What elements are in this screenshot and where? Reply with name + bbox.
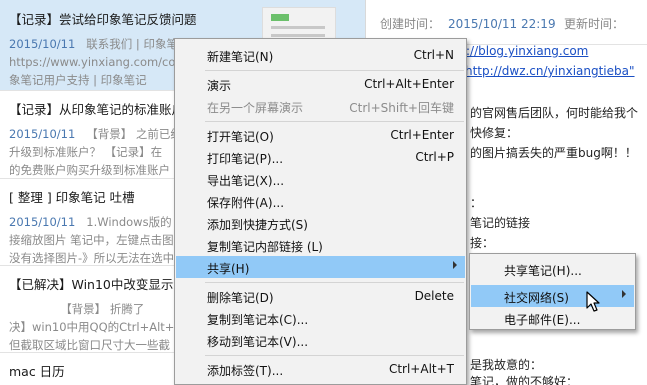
menu-separator — [205, 70, 464, 71]
menu-item-3: 在另一个屏幕演示 Ctrl+Shift+回车键 — [176, 95, 465, 117]
menu-item-label: 删除笔记(D) — [207, 291, 274, 305]
note-text-line: 笔记，做的不够好： — [470, 375, 579, 385]
menu-item-shortcut: Ctrl+N — [413, 48, 454, 62]
menu-item-shortcut: Ctrl+Alt+T — [388, 362, 454, 376]
note-snippet-text: 象笔记用户支持 | 印象笔记 — [9, 73, 147, 87]
menu-item-shortcut: Ctrl+P — [415, 150, 454, 164]
note-snippet-text: 决】win10中用QQ的Ctrl+Alt+ — [9, 320, 175, 334]
updated-label: 更新时间： — [564, 17, 625, 31]
note-text-line: 的图片搞丢失的严重bug啊！！ — [470, 146, 637, 160]
note-text-line: 笔记的链接 — [470, 216, 531, 230]
menu-item-label: 复制到笔记本(C)... — [207, 313, 309, 327]
menu-item-shortcut: Ctrl+Shift+回车键 — [349, 101, 454, 115]
chevron-right-icon — [622, 290, 626, 298]
created-time: 创建时间： 2015/10/11 22:19 — [380, 15, 556, 32]
note-snippet-text: 接缩放图片 笔记中，左键点击图 — [9, 233, 174, 247]
note-snippet-text: 【背景】 之前已经 — [86, 127, 182, 141]
menu-item-label: 移动到笔记本(V)... — [207, 335, 309, 349]
menu-item-6[interactable]: 打印笔记(P)... Ctrl+P — [176, 146, 465, 168]
share-submenu: 共享笔记(H)... 社交网络(S) 电子邮件(E)... — [469, 253, 636, 330]
chevron-right-icon — [453, 261, 457, 269]
note-snippet-text: https://www.yinxiang.com/co — [9, 55, 176, 69]
menu-item-11[interactable]: 共享(H) — [176, 256, 465, 278]
menu-item-10[interactable]: 复制笔记内部链接 (L) — [176, 234, 465, 256]
note-snippet-text: 升级到标准账户？ 【记录】在 — [9, 145, 163, 159]
menu-item-13[interactable]: 删除笔记(D) Delete — [176, 285, 465, 307]
note-title: 【记录】从印象笔记的标准账户 — [9, 102, 185, 117]
menu-item-2[interactable]: 演示 Ctrl+Alt+Enter — [176, 73, 465, 95]
menu-item-label: 新建笔记(N) — [207, 50, 274, 64]
menu-item-shortcut: Ctrl+Alt+Enter — [364, 77, 454, 91]
note-snippet-text: 1.Windows版的 — [86, 215, 172, 229]
menu-item-label: 在另一个屏幕演示 — [207, 101, 304, 115]
menu-item-14[interactable]: 复制到笔记本(C)... — [176, 307, 465, 329]
menu-item-label: 保存附件(A)... — [207, 196, 285, 210]
note-text-line: 是我故意的： — [470, 358, 543, 372]
menu-item-label: 打开笔记(O) — [207, 130, 274, 144]
note-snippet-text: 【背景】 折腾了 — [60, 302, 145, 316]
note-snippet-text: 但截取区域比窗口尺寸大一些截 — [9, 338, 170, 352]
note-text-line: ： — [470, 196, 483, 210]
menu-separator — [205, 121, 464, 122]
note-title: mac 日历 — [9, 364, 65, 379]
menu-separator — [205, 282, 464, 283]
menu-item-label: 社交网络(S) — [504, 291, 569, 305]
note-text-line: 的官网售后团队，何时能给我个 — [470, 106, 639, 120]
menu-item-0[interactable]: 新建笔记(N) Ctrl+N — [176, 44, 465, 66]
created-label: 创建时间： — [380, 17, 441, 31]
menu-item-7[interactable]: 导出笔记(X)... — [176, 168, 465, 190]
menu-item-label: 共享笔记(H)... — [504, 264, 582, 278]
note-link[interactable]: ://blog.yinxiang.com — [466, 44, 588, 58]
menu-item-label: 复制笔记内部链接 (L) — [207, 240, 323, 254]
menu-item-15[interactable]: 移动到笔记本(V)... — [176, 329, 465, 351]
menu-item-17[interactable]: 添加标签(T)... Ctrl+Alt+T — [176, 358, 465, 380]
menu-item-0[interactable]: 共享笔记(H)... — [471, 258, 634, 280]
created-value: 2015/10/11 22:19 — [448, 17, 556, 31]
menu-item-1[interactable]: 社交网络(S) — [471, 285, 634, 307]
menu-item-shortcut: Delete — [414, 289, 454, 303]
menu-item-label: 导出笔记(X)... — [207, 174, 285, 188]
menu-item-label: 添加标签(T)... — [207, 364, 284, 378]
mouse-pointer-icon — [586, 291, 600, 312]
note-snippet-text: 的免费账户购买升级到标准账户 — [9, 163, 170, 177]
menu-separator — [205, 355, 464, 356]
menu-item-shortcut: Ctrl+Enter — [390, 128, 454, 142]
menu-item-label: 共享(H) — [207, 262, 250, 276]
menu-item-9[interactable]: 添加到快捷方式(S) — [176, 212, 465, 234]
note-context-menu: 新建笔记(N) Ctrl+N 演示 Ctrl+Alt+Enter 在另一个屏幕演示 Ctr… — [174, 38, 467, 385]
note-title: 【记录】尝试给印象笔记反馈问题 — [9, 12, 197, 27]
menu-item-8[interactable]: 保存附件(A)... — [176, 190, 465, 212]
note-link[interactable]: http://dwz.cn/yinxiangtieba" — [465, 64, 635, 78]
note-date: 2015/10/11 — [9, 127, 76, 141]
note-text-line: 接： — [470, 236, 495, 250]
menu-item-label: 演示 — [207, 79, 232, 93]
note-title: 【已解决】Win10中改变显示缩 — [9, 277, 186, 292]
note-text-line: 快修复： — [470, 126, 519, 140]
note-title: [ 整理 ] 印象笔记 吐槽 — [9, 190, 135, 205]
menu-item-2[interactable]: 电子邮件(E)... — [471, 307, 634, 329]
note-snippet-text: 没有选择图片-》所以无法在选中 — [9, 251, 175, 265]
menu-item-label: 添加到快捷方式(S) — [207, 218, 308, 232]
menu-item-label: 打印笔记(P)... — [207, 152, 284, 166]
note-date: 2015/10/11 — [9, 37, 76, 51]
menu-item-label: 电子邮件(E)... — [504, 313, 581, 327]
menu-item-5[interactable]: 打开笔记(O) Ctrl+Enter — [176, 124, 465, 146]
note-date: 2015/10/11 — [9, 215, 76, 229]
